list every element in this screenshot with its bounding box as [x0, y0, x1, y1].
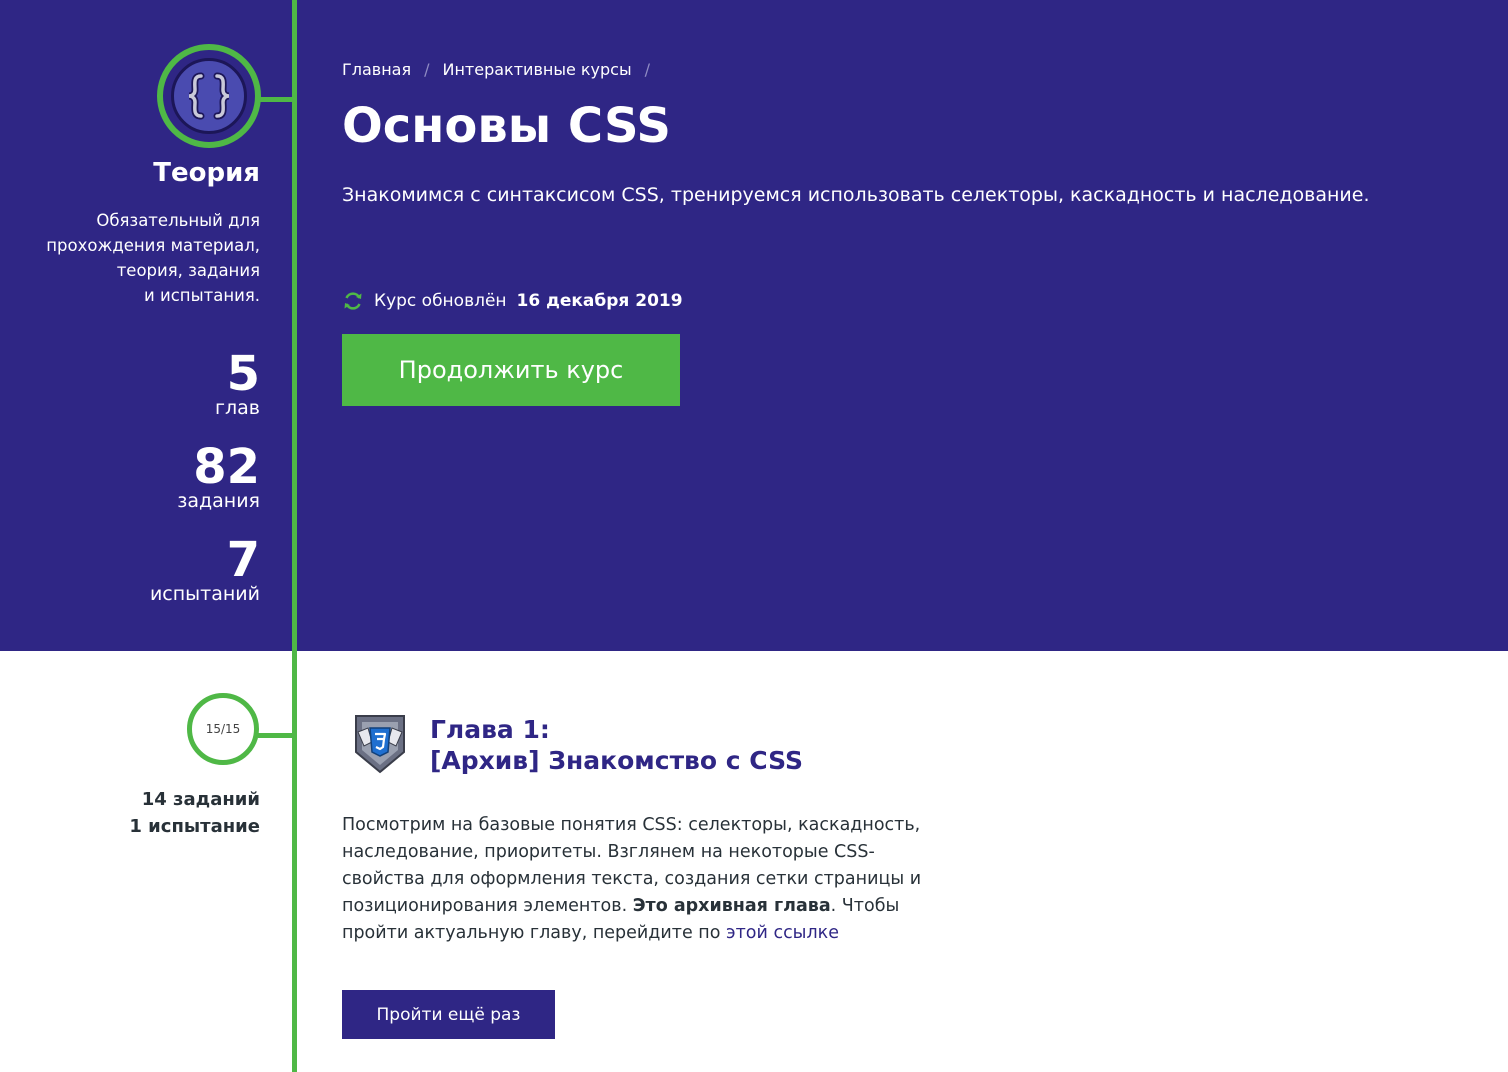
retry-chapter-button[interactable]: Пройти ещё раз — [342, 990, 555, 1039]
chapter-description: Посмотрим на базовые понятия CSS: селект… — [342, 815, 922, 943]
course-updated-info: Курс обновлён 16 декабря 2019 — [342, 290, 683, 312]
chapter-progress-ring: 15/15 — [187, 693, 259, 765]
stat-label: глав — [215, 397, 260, 419]
stat-trials: 7 испытаний — [150, 536, 260, 604]
theory-badge — [157, 44, 261, 148]
timeline-connector — [258, 97, 294, 102]
page-title: Основы CSS — [342, 98, 671, 154]
curly-braces-icon — [188, 72, 230, 120]
stat-label: задания — [177, 490, 260, 512]
course-page: Теория Обязательный для прохождения мате… — [0, 0, 1508, 1072]
stat-value: 5 — [226, 346, 260, 402]
stat-value: 82 — [193, 439, 260, 495]
stat-label: испытаний — [149, 583, 260, 605]
refresh-icon — [344, 292, 362, 310]
timeline-line — [292, 0, 297, 1072]
actual-chapter-link[interactable]: этой ссылке — [726, 923, 839, 943]
chapter-counts: 14 заданий 1 испытание — [129, 786, 260, 840]
chapter-title: Глава 1: [Архив] Знакомство с CSS — [430, 714, 803, 776]
theory-description: Обязательный для прохождения материал, т… — [46, 211, 260, 305]
css3-shield-badge-icon — [355, 715, 405, 774]
chapter-progress-text: 15/15 — [205, 722, 241, 736]
chapter-number: Глава 1: — [430, 715, 550, 744]
archive-notice: Это архивная глава — [632, 896, 831, 916]
stat-tasks: 82 задания — [177, 443, 260, 511]
breadcrumb: Главная / Интерактивные курсы / — [342, 60, 650, 79]
continue-course-button[interactable]: Продолжить курс — [342, 334, 680, 406]
chapter-name: [Архив] Знакомство с CSS — [430, 746, 803, 775]
course-description: Знакомимся с синтаксисом CSS, тренируемс… — [342, 184, 1370, 206]
theory-title: Теория — [153, 158, 260, 188]
timeline-connector — [258, 733, 294, 738]
stat-chapters: 5 глав — [215, 350, 260, 418]
chapter-tasks-count: 14 заданий — [141, 789, 260, 810]
breadcrumb-home-link[interactable]: Главная — [342, 60, 411, 79]
stat-value: 7 — [226, 532, 260, 588]
updated-prefix: Курс обновлён — [374, 291, 507, 311]
updated-date: 16 декабря 2019 — [516, 291, 683, 311]
breadcrumb-separator: / — [644, 60, 650, 79]
chapter-trials-count: 1 испытание — [129, 816, 260, 837]
breadcrumb-courses-link[interactable]: Интерактивные курсы — [443, 60, 632, 79]
course-hero: Теория Обязательный для прохождения мате… — [0, 0, 1508, 651]
breadcrumb-separator: / — [424, 60, 430, 79]
